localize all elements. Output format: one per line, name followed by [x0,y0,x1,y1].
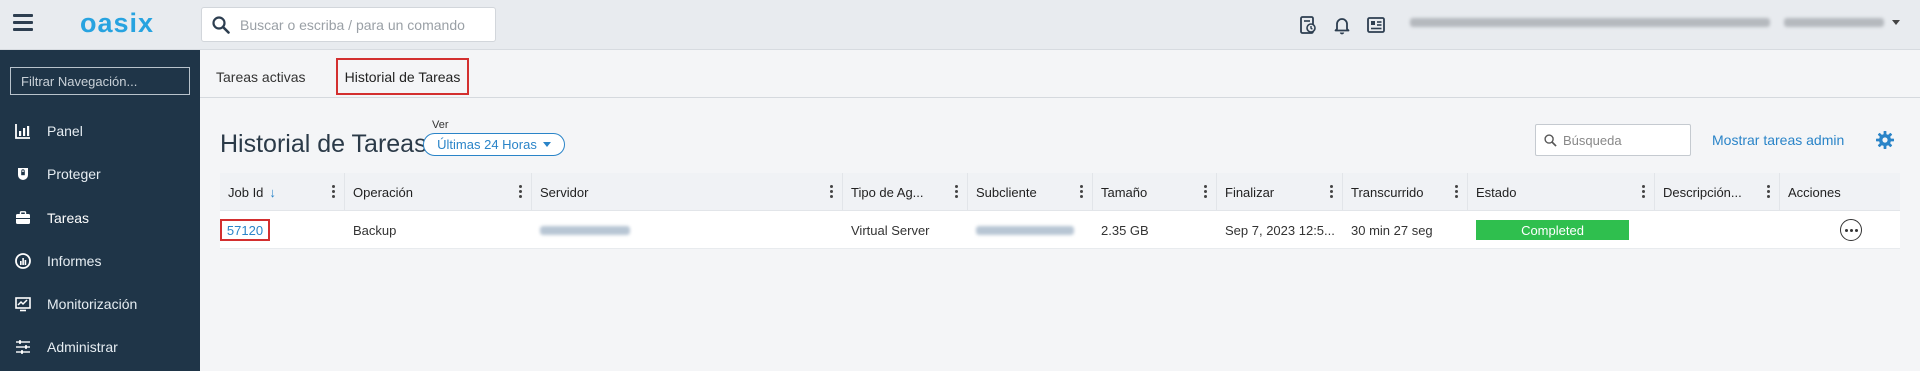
blurred-subclient-name[interactable] [976,225,1074,235]
ver-label: Ver [432,119,449,131]
column-header-tipo-de-agente[interactable]: Tipo de Ag... [843,173,968,211]
cell-acciones [1780,211,1900,249]
column-header-descripcion[interactable]: Descripción... [1655,173,1780,211]
column-header-label: Tamaño [1101,184,1148,200]
top-bar: oasix [0,0,1920,50]
sidebar-item-panel[interactable]: Panel [0,111,200,151]
column-header-finalizar[interactable]: Finalizar [1217,173,1343,211]
show-admin-tasks-link[interactable]: Mostrar tareas admin [1712,132,1844,148]
column-menu-icon[interactable] [1455,185,1459,199]
cell-transcurrido: 30 min 27 seg [1351,222,1433,238]
column-header-label: Finalizar [1225,184,1275,200]
sidebar-item-label: Monitorización [47,296,138,312]
task-history-table: Job Id ↓ Operación Servidor Tipo de Ag..… [220,173,1900,249]
column-header-servidor[interactable]: Servidor [532,173,843,211]
id-card-icon[interactable] [1366,15,1386,35]
column-header-label: Transcurrido [1351,184,1424,200]
column-header-label: Acciones [1788,184,1841,200]
main-content: Tareas activas Historial de Tareas Histo… [200,50,1920,371]
cell-subcliente [968,211,1093,249]
nav-filter-input[interactable] [10,67,190,95]
cell-finalizar: Sep 7, 2023 12:5... [1225,222,1335,238]
column-menu-icon[interactable] [1330,185,1334,199]
column-menu-icon[interactable] [1642,185,1646,199]
column-menu-icon[interactable] [1080,185,1084,199]
sidebar-item-monitorizacion[interactable]: Monitorización [0,284,200,324]
more-actions-icon[interactable] [1840,219,1862,241]
sort-desc-icon[interactable]: ↓ [269,185,276,200]
table-search[interactable] [1535,124,1691,156]
caret-down-icon [542,142,551,147]
search-icon [1544,133,1557,147]
bell-icon[interactable] [1332,15,1352,35]
cell-tipo-de-agente: Virtual Server [851,222,930,238]
user-menu[interactable] [1410,18,1900,27]
column-header-tamano[interactable]: Tamaño [1093,173,1217,211]
sidebar: Panel Proteger Tareas Informes Monitoriz… [0,50,200,371]
tab-bar: Tareas activas Historial de Tareas [200,50,1920,98]
sliders-icon [16,340,30,354]
cell-estado: Completed [1468,211,1655,249]
column-menu-icon[interactable] [955,185,959,199]
status-badge: Completed [1476,220,1629,240]
column-menu-icon[interactable] [519,185,523,199]
shield-icon [18,168,28,180]
sidebar-item-label: Panel [47,123,83,139]
job-id-link[interactable]: 57120 [220,219,270,241]
column-header-label: Descripción... [1663,184,1742,200]
time-range-value: Últimas 24 Horas [437,137,537,152]
sidebar-item-label: Proteger [47,166,101,182]
search-icon [212,15,230,34]
global-search-input[interactable] [240,16,480,33]
sidebar-item-informes[interactable]: Informes [0,241,200,281]
chevron-down-icon[interactable] [1892,20,1900,25]
cell-tamano: 2.35 GB [1101,222,1149,238]
column-header-subcliente[interactable]: Subcliente [968,173,1093,211]
sidebar-item-administrar[interactable]: Administrar [0,327,200,367]
table-row[interactable]: 57120 Backup Virtual Server 2.35 GB Sep … [220,211,1900,249]
tab-tareas-activas[interactable]: Tareas activas [216,58,305,95]
column-header-label: Servidor [540,184,589,200]
column-menu-icon[interactable] [332,185,336,199]
column-header-job-id[interactable]: Job Id ↓ [220,173,345,211]
sidebar-item-proteger[interactable]: Proteger [0,154,200,194]
time-range-dropdown[interactable]: Últimas 24 Horas [423,133,565,156]
sidebar-item-tareas[interactable]: Tareas [0,198,200,238]
sidebar-item-label: Informes [47,253,102,269]
column-header-transcurrido[interactable]: Transcurrido [1343,173,1468,211]
column-header-label: Operación [353,184,413,200]
cell-job-id: 57120 [220,211,345,249]
column-menu-icon[interactable] [1767,185,1771,199]
briefcase-icon [16,211,30,224]
column-menu-icon[interactable] [1204,185,1208,199]
report-icon[interactable] [1298,15,1318,35]
page-title: Historial de Tareas [220,130,427,158]
blurred-server-name[interactable] [540,225,630,235]
column-header-operacion[interactable]: Operación [345,173,532,211]
cell-servidor [532,211,843,249]
column-header-label: Job Id [228,184,264,200]
sidebar-item-label: Tareas [47,210,90,226]
cell-operacion: Backup [353,222,397,238]
gear-icon[interactable] [1875,130,1895,150]
table-search-input[interactable] [1563,132,1683,148]
app-logo: oasix [80,8,155,38]
global-search[interactable] [201,7,496,42]
blurred-user-name [1784,18,1884,27]
dashboard-icon [15,124,30,139]
column-header-estado[interactable]: Estado [1468,173,1655,211]
column-menu-icon[interactable] [830,185,834,199]
column-header-acciones: Acciones [1780,173,1900,211]
sidebar-item-label: Administrar [47,339,118,355]
hamburger-menu-icon[interactable] [13,14,33,32]
tab-historial-de-tareas[interactable]: Historial de Tareas [336,58,469,95]
cell-descripcion [1655,211,1780,249]
column-header-label: Estado [1476,184,1517,200]
table-header: Job Id ↓ Operación Servidor Tipo de Ag..… [220,173,1900,211]
column-header-label: Subcliente [976,184,1037,200]
blurred-user-info [1410,18,1770,27]
chart-icon [15,253,31,269]
column-header-label: Tipo de Ag... [851,184,924,200]
monitor-icon [15,297,31,312]
